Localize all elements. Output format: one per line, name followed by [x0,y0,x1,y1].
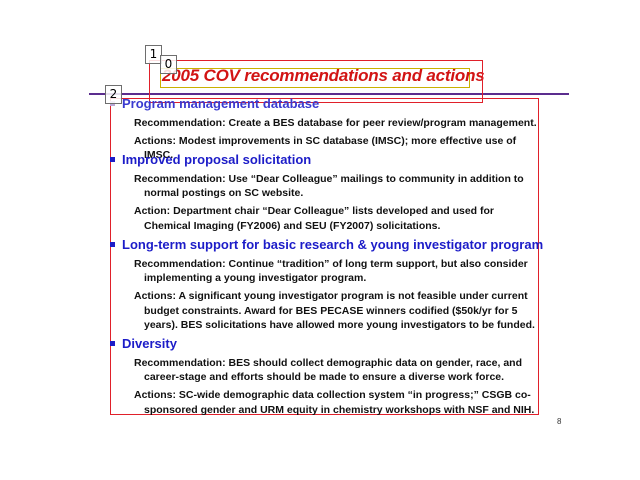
section-heading-label: Improved proposal solicitation [122,152,312,167]
section-heading-label: Diversity [122,336,177,351]
section-heading-label: Program management database [122,96,320,111]
section-long-term-support: Long-term support for basic research & y… [110,237,544,332]
bullet-icon [110,341,115,346]
section-heading: Long-term support for basic research & y… [110,237,544,253]
action-text: Actions: SC-wide demographic data collec… [134,389,535,416]
page-number: 8 [557,417,562,426]
recommendation-text: Recommendation: BES should collect demog… [134,357,522,384]
section-proposal-solicitation: Improved proposal solicitation Recommend… [110,152,540,233]
recommendation-text: Recommendation: Create a BES database fo… [134,117,537,129]
annotation-marker-0: 0 [160,55,177,74]
section-heading: Improved proposal solicitation [110,152,540,168]
action-text: Actions: A significant young investigato… [134,290,535,331]
recommendation-text: Recommendation: Use “Dear Colleague” mai… [134,173,524,200]
bullet-icon [110,157,115,162]
section-heading-label: Long-term support for basic research & y… [122,237,544,252]
action-text: Action: Department chair “Dear Colleague… [134,205,494,232]
section-diversity: Diversity Recommendation: BES should col… [110,336,540,417]
bullet-icon [110,242,115,247]
annotation-marker-2: 2 [105,85,122,104]
section-heading: Diversity [110,336,540,352]
section-heading: Program management database [110,96,540,112]
recommendation-text: Recommendation: Continue “tradition” of … [134,258,528,285]
